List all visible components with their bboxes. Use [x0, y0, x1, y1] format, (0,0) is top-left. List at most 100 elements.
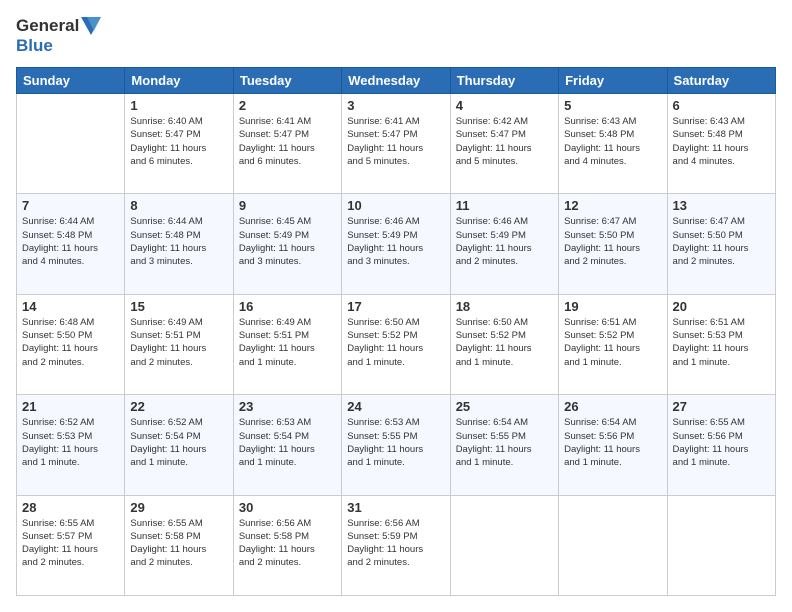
day-info: Sunrise: 6:54 AM Sunset: 5:55 PM Dayligh…	[456, 416, 553, 469]
weekday-header-sunday: Sunday	[17, 68, 125, 94]
day-number: 13	[673, 198, 770, 213]
day-info: Sunrise: 6:42 AM Sunset: 5:47 PM Dayligh…	[456, 115, 553, 168]
calendar-cell: 25 Sunrise: 6:54 AM Sunset: 5:55 PM Dayli…	[450, 395, 558, 495]
calendar-cell	[667, 495, 775, 595]
week-row-2: 7 Sunrise: 6:44 AM Sunset: 5:48 PM Daylig…	[17, 194, 776, 294]
day-info: Sunrise: 6:47 AM Sunset: 5:50 PM Dayligh…	[564, 215, 661, 268]
weekday-header-thursday: Thursday	[450, 68, 558, 94]
day-number: 21	[22, 399, 119, 414]
day-number: 4	[456, 98, 553, 113]
calendar-cell: 14 Sunrise: 6:48 AM Sunset: 5:50 PM Dayli…	[17, 294, 125, 394]
day-number: 30	[239, 500, 336, 515]
header: General Blue	[16, 16, 776, 55]
day-info: Sunrise: 6:48 AM Sunset: 5:50 PM Dayligh…	[22, 316, 119, 369]
page: General Blue SundayMondayTuesdayWednesda…	[0, 0, 792, 612]
day-number: 18	[456, 299, 553, 314]
calendar-cell: 4 Sunrise: 6:42 AM Sunset: 5:47 PM Daylig…	[450, 94, 558, 194]
calendar-cell: 11 Sunrise: 6:46 AM Sunset: 5:49 PM Dayli…	[450, 194, 558, 294]
week-row-3: 14 Sunrise: 6:48 AM Sunset: 5:50 PM Dayli…	[17, 294, 776, 394]
calendar-cell	[450, 495, 558, 595]
day-info: Sunrise: 6:53 AM Sunset: 5:55 PM Dayligh…	[347, 416, 444, 469]
calendar-cell: 30 Sunrise: 6:56 AM Sunset: 5:58 PM Dayli…	[233, 495, 341, 595]
calendar-cell: 28 Sunrise: 6:55 AM Sunset: 5:57 PM Dayli…	[17, 495, 125, 595]
day-info: Sunrise: 6:53 AM Sunset: 5:54 PM Dayligh…	[239, 416, 336, 469]
calendar-cell: 31Sunrise: 6:56 AM Sunset: 5:59 PM Dayli…	[342, 495, 450, 595]
calendar-cell: 21 Sunrise: 6:52 AM Sunset: 5:53 PM Dayli…	[17, 395, 125, 495]
day-info: Sunrise: 6:41 AM Sunset: 5:47 PM Dayligh…	[347, 115, 444, 168]
calendar-cell: 24Sunrise: 6:53 AM Sunset: 5:55 PM Dayli…	[342, 395, 450, 495]
day-info: Sunrise: 6:56 AM Sunset: 5:59 PM Dayligh…	[347, 517, 444, 570]
day-number: 27	[673, 399, 770, 414]
calendar-cell: 12 Sunrise: 6:47 AM Sunset: 5:50 PM Dayli…	[559, 194, 667, 294]
weekday-header-saturday: Saturday	[667, 68, 775, 94]
day-number: 14	[22, 299, 119, 314]
day-info: Sunrise: 6:47 AM Sunset: 5:50 PM Dayligh…	[673, 215, 770, 268]
calendar-cell: 15 Sunrise: 6:49 AM Sunset: 5:51 PM Dayli…	[125, 294, 233, 394]
week-row-4: 21 Sunrise: 6:52 AM Sunset: 5:53 PM Dayli…	[17, 395, 776, 495]
logo-blue: Blue	[16, 36, 53, 56]
day-info: Sunrise: 6:55 AM Sunset: 5:58 PM Dayligh…	[130, 517, 227, 570]
day-info: Sunrise: 6:43 AM Sunset: 5:48 PM Dayligh…	[564, 115, 661, 168]
day-info: Sunrise: 6:50 AM Sunset: 5:52 PM Dayligh…	[456, 316, 553, 369]
calendar-cell: 26 Sunrise: 6:54 AM Sunset: 5:56 PM Dayli…	[559, 395, 667, 495]
day-number: 20	[673, 299, 770, 314]
calendar-cell: 18 Sunrise: 6:50 AM Sunset: 5:52 PM Dayli…	[450, 294, 558, 394]
logo-arrow-icon	[81, 17, 101, 35]
day-number: 26	[564, 399, 661, 414]
calendar-cell: 9 Sunrise: 6:45 AM Sunset: 5:49 PM Daylig…	[233, 194, 341, 294]
day-info: Sunrise: 6:46 AM Sunset: 5:49 PM Dayligh…	[347, 215, 444, 268]
day-number: 7	[22, 198, 119, 213]
calendar-cell	[17, 94, 125, 194]
day-info: Sunrise: 6:46 AM Sunset: 5:49 PM Dayligh…	[456, 215, 553, 268]
day-number: 6	[673, 98, 770, 113]
calendar-cell: 10 Sunrise: 6:46 AM Sunset: 5:49 PM Dayli…	[342, 194, 450, 294]
day-number: 11	[456, 198, 553, 213]
day-info: Sunrise: 6:43 AM Sunset: 5:48 PM Dayligh…	[673, 115, 770, 168]
day-info: Sunrise: 6:41 AM Sunset: 5:47 PM Dayligh…	[239, 115, 336, 168]
calendar-table: SundayMondayTuesdayWednesdayThursdayFrid…	[16, 67, 776, 596]
day-number: 17	[347, 299, 444, 314]
day-info: Sunrise: 6:55 AM Sunset: 5:56 PM Dayligh…	[673, 416, 770, 469]
day-info: Sunrise: 6:51 AM Sunset: 5:52 PM Dayligh…	[564, 316, 661, 369]
day-number: 8	[130, 198, 227, 213]
day-number: 25	[456, 399, 553, 414]
calendar-cell: 1Sunrise: 6:40 AM Sunset: 5:47 PM Daylig…	[125, 94, 233, 194]
day-info: Sunrise: 6:56 AM Sunset: 5:58 PM Dayligh…	[239, 517, 336, 570]
calendar-cell: 2 Sunrise: 6:41 AM Sunset: 5:47 PM Daylig…	[233, 94, 341, 194]
calendar-cell: 29 Sunrise: 6:55 AM Sunset: 5:58 PM Dayli…	[125, 495, 233, 595]
week-row-5: 28 Sunrise: 6:55 AM Sunset: 5:57 PM Dayli…	[17, 495, 776, 595]
weekday-header-monday: Monday	[125, 68, 233, 94]
calendar-cell: 23Sunrise: 6:53 AM Sunset: 5:54 PM Dayli…	[233, 395, 341, 495]
day-number: 12	[564, 198, 661, 213]
calendar-cell: 16Sunrise: 6:49 AM Sunset: 5:51 PM Dayli…	[233, 294, 341, 394]
day-info: Sunrise: 6:52 AM Sunset: 5:54 PM Dayligh…	[130, 416, 227, 469]
calendar-cell	[559, 495, 667, 595]
calendar-cell: 22Sunrise: 6:52 AM Sunset: 5:54 PM Dayli…	[125, 395, 233, 495]
calendar-cell: 19 Sunrise: 6:51 AM Sunset: 5:52 PM Dayli…	[559, 294, 667, 394]
day-number: 9	[239, 198, 336, 213]
day-number: 10	[347, 198, 444, 213]
day-number: 3	[347, 98, 444, 113]
day-info: Sunrise: 6:52 AM Sunset: 5:53 PM Dayligh…	[22, 416, 119, 469]
weekday-header-wednesday: Wednesday	[342, 68, 450, 94]
day-number: 28	[22, 500, 119, 515]
day-info: Sunrise: 6:55 AM Sunset: 5:57 PM Dayligh…	[22, 517, 119, 570]
day-info: Sunrise: 6:54 AM Sunset: 5:56 PM Dayligh…	[564, 416, 661, 469]
day-number: 29	[130, 500, 227, 515]
day-info: Sunrise: 6:49 AM Sunset: 5:51 PM Dayligh…	[130, 316, 227, 369]
day-number: 19	[564, 299, 661, 314]
day-number: 1	[130, 98, 227, 113]
day-number: 15	[130, 299, 227, 314]
day-info: Sunrise: 6:44 AM Sunset: 5:48 PM Dayligh…	[130, 215, 227, 268]
calendar-cell: 8 Sunrise: 6:44 AM Sunset: 5:48 PM Daylig…	[125, 194, 233, 294]
day-info: Sunrise: 6:50 AM Sunset: 5:52 PM Dayligh…	[347, 316, 444, 369]
calendar-cell: 13 Sunrise: 6:47 AM Sunset: 5:50 PM Dayli…	[667, 194, 775, 294]
weekday-header-friday: Friday	[559, 68, 667, 94]
logo: General Blue	[16, 16, 101, 55]
weekday-header-row: SundayMondayTuesdayWednesdayThursdayFrid…	[17, 68, 776, 94]
weekday-header-tuesday: Tuesday	[233, 68, 341, 94]
day-info: Sunrise: 6:51 AM Sunset: 5:53 PM Dayligh…	[673, 316, 770, 369]
day-info: Sunrise: 6:45 AM Sunset: 5:49 PM Dayligh…	[239, 215, 336, 268]
day-number: 2	[239, 98, 336, 113]
day-info: Sunrise: 6:49 AM Sunset: 5:51 PM Dayligh…	[239, 316, 336, 369]
